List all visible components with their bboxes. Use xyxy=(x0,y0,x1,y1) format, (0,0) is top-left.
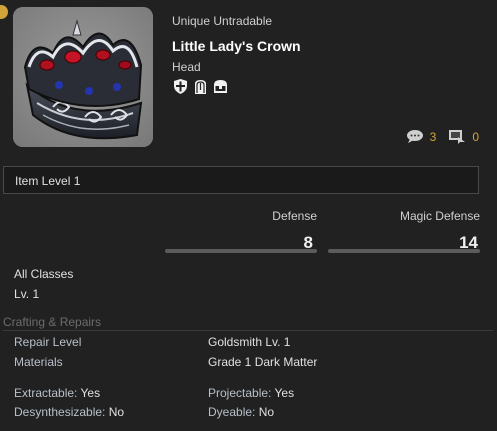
item-rarity: Unique Untradable xyxy=(172,14,273,28)
projectable-label: Projectable: xyxy=(208,386,272,400)
materials-value: Grade 1 Dark Matter xyxy=(208,355,318,369)
repair-level-label: Repair Level xyxy=(14,335,82,349)
dyeable-label: Dyeable: xyxy=(208,405,256,419)
extractable-value: Yes xyxy=(80,386,101,400)
desynth-label: Desynthesizable: xyxy=(14,405,106,419)
magic-defense-bar xyxy=(328,249,480,253)
projectable-value: Yes xyxy=(274,386,295,400)
comment-count: 3 xyxy=(429,129,437,144)
item-name: Little Lady's Crown xyxy=(172,38,301,54)
item-level: Item Level 1 xyxy=(15,174,81,188)
crafting-section-header: Crafting & Repairs xyxy=(3,315,102,329)
dyeable-value: No xyxy=(258,405,275,419)
extractable-row: Extractable: Yes xyxy=(14,386,100,400)
item-level-box: Item Level 1 xyxy=(3,166,479,194)
section-divider xyxy=(3,330,493,331)
item-badges xyxy=(172,78,229,95)
item-slot: Head xyxy=(172,60,201,74)
corner-orb-icon xyxy=(0,5,8,19)
stat-counts: 3 0 xyxy=(406,129,479,144)
share-icon[interactable] xyxy=(448,129,466,144)
glamour-chest-icon xyxy=(214,80,227,93)
shield-icon xyxy=(174,79,187,94)
extractable-label: Extractable: xyxy=(14,386,78,400)
item-icon xyxy=(13,7,153,147)
desynth-value: No xyxy=(108,405,125,419)
crown-icon xyxy=(13,7,153,147)
defense-label: Defense xyxy=(272,209,317,223)
defense-bar xyxy=(165,249,317,253)
projectable-row: Projectable: Yes xyxy=(208,386,294,400)
materials-label: Materials xyxy=(14,355,63,369)
armoire-icon xyxy=(195,80,206,94)
share-count: 0 xyxy=(472,129,479,144)
class-requirement: All Classes xyxy=(14,267,74,281)
repair-level-value: Goldsmith Lv. 1 xyxy=(208,335,291,349)
dyeable-row: Dyeable: No xyxy=(208,405,274,419)
desynth-row: Desynthesizable: No xyxy=(14,405,124,419)
level-requirement: Lv. 1 xyxy=(14,287,40,301)
magic-defense-label: Magic Defense xyxy=(399,209,480,223)
comment-icon[interactable] xyxy=(406,129,424,144)
